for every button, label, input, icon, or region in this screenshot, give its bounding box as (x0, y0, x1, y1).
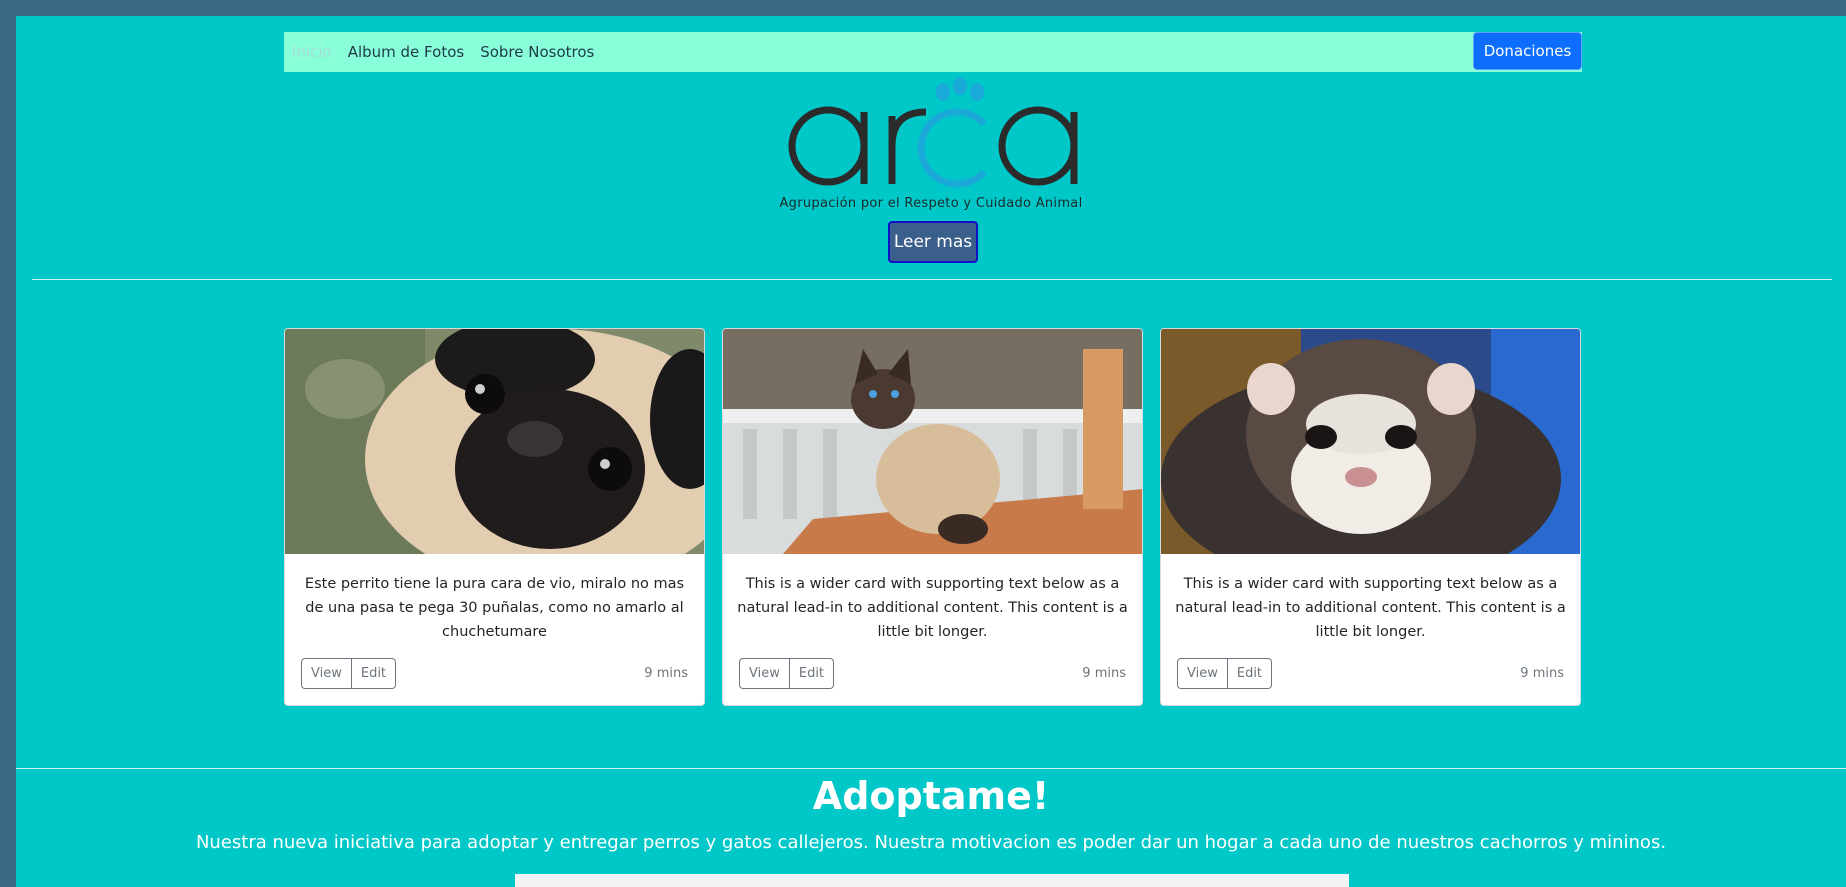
card-text: Este perrito tiene la pura cara de vio, … (304, 576, 685, 640)
leer-mas-button[interactable]: Leer mas (888, 221, 978, 263)
card-deck: Este perrito tiene la pura cara de vio, … (284, 328, 1582, 706)
nav-link-album[interactable]: Album de Fotos (348, 43, 465, 61)
time-label: 9 mins (644, 666, 688, 681)
edit-button[interactable]: Edit (789, 658, 835, 689)
page: Inicio Album de Fotos Sobre Nosotros Don… (16, 16, 1846, 887)
nav-link-inicio[interactable]: Inicio (292, 43, 332, 61)
card-pug: Este perrito tiene la pura cara de vio, … (284, 328, 705, 706)
card-footer: View Edit 9 mins (1177, 658, 1564, 689)
card-footer: View Edit 9 mins (301, 658, 688, 689)
nav-link-sobre-nosotros[interactable]: Sobre Nosotros (480, 43, 594, 61)
adopt-description: Nuestra nueva iniciativa para adoptar y … (195, 832, 1667, 853)
view-button[interactable]: View (739, 658, 790, 689)
arca-logo (776, 76, 1106, 216)
pug-image (285, 329, 704, 554)
card-text: This is a wider card with supporting tex… (737, 576, 1128, 640)
adopt-title: Adoptame! (812, 774, 1050, 818)
card-footer: View Edit 9 mins (739, 658, 1126, 689)
divider (16, 768, 1846, 769)
siamese-cat-image (723, 329, 1142, 554)
view-button[interactable]: View (301, 658, 352, 689)
button-group: View Edit (301, 658, 397, 689)
time-label: 9 mins (1082, 666, 1126, 681)
tagline: Agrupación por el Respeto y Cuidado Anim… (779, 196, 1083, 211)
navbar: Inicio Album de Fotos Sobre Nosotros Don… (284, 32, 1582, 72)
donate-button[interactable]: Donaciones (1473, 32, 1582, 70)
edit-button[interactable]: Edit (1227, 658, 1273, 689)
card-ferret: This is a wider card with supporting tex… (1160, 328, 1581, 706)
button-group: View Edit (1177, 658, 1273, 689)
button-group: View Edit (739, 658, 835, 689)
time-label: 9 mins (1520, 666, 1564, 681)
adopt-image (515, 874, 1349, 887)
card-text: This is a wider card with supporting tex… (1175, 576, 1566, 640)
view-button[interactable]: View (1177, 658, 1228, 689)
arca-logo-graphic (788, 77, 1078, 188)
card-cat: This is a wider card with supporting tex… (722, 328, 1143, 706)
edit-button[interactable]: Edit (351, 658, 397, 689)
divider (32, 279, 1832, 280)
ferret-image (1161, 329, 1580, 554)
